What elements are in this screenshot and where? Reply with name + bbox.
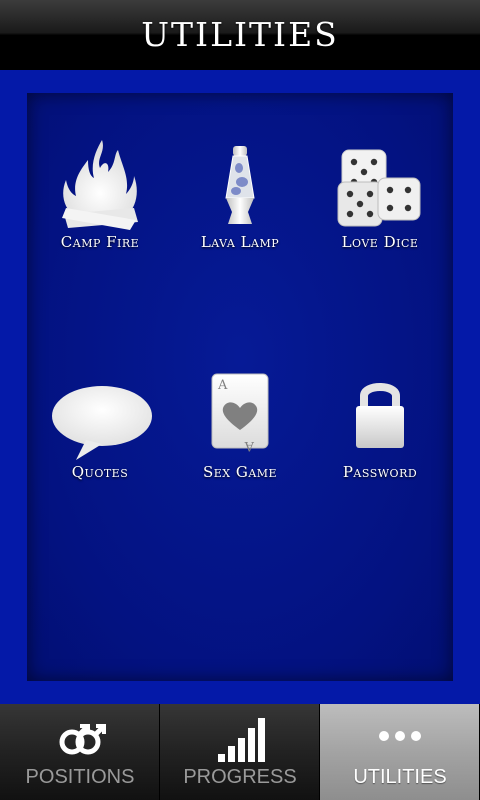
card-rank-bottom: A [244, 438, 255, 453]
title-bar: UTILITIES [0, 0, 480, 70]
card-rank-top: A [217, 378, 228, 393]
utility-label: Lava Lamp [200, 233, 280, 251]
tab-bar: POSITIONS PROGRESS UTILITIES [0, 704, 480, 800]
utility-camp-fire[interactable]: Camp Fire [30, 138, 170, 288]
utility-password[interactable]: Password [310, 368, 450, 518]
speech-bubble-icon [52, 386, 152, 460]
utility-quotes[interactable]: Quotes [30, 368, 170, 518]
lava-lamp-icon [225, 146, 255, 224]
page-title: UTILITIES [141, 14, 339, 54]
utility-label: Camp Fire [60, 233, 140, 251]
utility-label: Quotes [71, 463, 129, 481]
lock-icon [356, 383, 404, 448]
bar-chart-icon [218, 718, 265, 762]
dice-icon [337, 149, 421, 227]
utility-lava-lamp[interactable]: Lava Lamp [170, 138, 310, 288]
tab-positions[interactable]: POSITIONS [0, 704, 160, 800]
tab-label: POSITIONS [25, 766, 135, 788]
tab-label: UTILITIES [353, 766, 447, 788]
campfire-icon [62, 140, 138, 230]
utility-label: Sex Game [202, 463, 278, 481]
more-dots-icon [379, 731, 421, 741]
tab-progress[interactable]: PROGRESS [160, 704, 320, 800]
utility-label: Password [342, 463, 418, 481]
playing-card-icon: A A [211, 373, 269, 453]
utilities-panel: Camp Fire Lava Lamp Love Dice Quotes A A… [27, 93, 453, 681]
utility-sex-game[interactable]: A A Sex Game [170, 368, 310, 518]
tab-label: PROGRESS [183, 766, 297, 788]
utility-love-dice[interactable]: Love Dice [310, 138, 450, 288]
tab-utilities[interactable]: UTILITIES [320, 704, 480, 800]
utility-label: Love Dice [341, 233, 419, 251]
gender-symbols-icon [59, 724, 106, 755]
